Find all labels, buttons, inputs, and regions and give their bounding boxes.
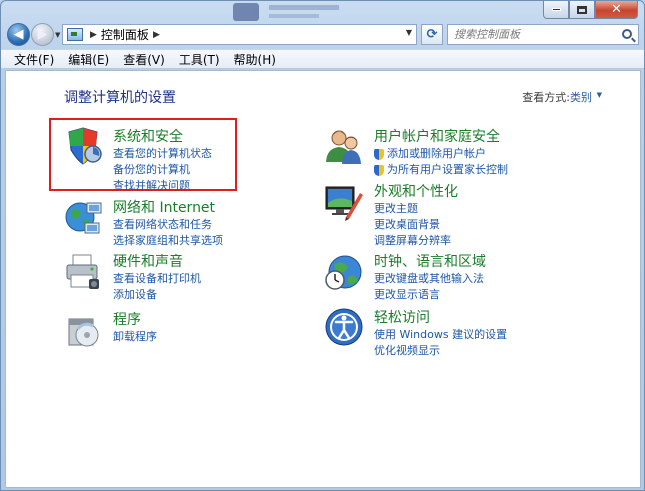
menu-help[interactable]: 帮助(H) [227, 51, 283, 68]
link-devices-printers[interactable]: 查看设备和打印机 [113, 271, 201, 287]
refresh-button[interactable]: ⟳ [421, 24, 443, 45]
navigation-bar: ◀ ▶ ▼ ▶ 控制面板 ▶ ▼ ⟳ [1, 23, 644, 47]
users-icon [326, 130, 361, 164]
link-backup-computer[interactable]: 备份您的计算机 [113, 162, 212, 178]
category-title-system-security[interactable]: 系统和安全 [113, 126, 183, 146]
category-title-ease-of-access[interactable]: 轻松访问 [374, 307, 430, 327]
category-links: 更改主题 更改桌面背景 调整屏幕分辨率 [374, 201, 451, 249]
content-pane: 调整计算机的设置 查看方式: 类别 ▼ 系统和安全 查看您的计算机状态 备份您的… [5, 70, 641, 488]
breadcrumb-control-panel[interactable]: 控制面板 [101, 26, 149, 43]
refresh-icon: ⟳ [426, 27, 438, 42]
accessibility-icon [325, 308, 363, 346]
category-links: 添加或删除用户帐户 为所有用户设置家长控制 [374, 146, 508, 178]
link-text[interactable]: 为所有用户设置家长控制 [387, 162, 508, 178]
menu-edit[interactable]: 编辑(E) [61, 51, 116, 68]
back-button[interactable]: ◀ [7, 23, 30, 46]
programs-icon [68, 318, 99, 347]
uac-shield-icon [374, 148, 384, 160]
monitor-icon [325, 186, 363, 221]
maximize-button[interactable] [569, 1, 595, 19]
search-box[interactable] [447, 24, 639, 45]
page-title: 调整计算机的设置 [64, 90, 176, 106]
recent-pages-dropdown[interactable]: ▼ [55, 31, 60, 39]
link-add-remove-accounts[interactable]: 添加或删除用户帐户 [374, 146, 508, 162]
globe-network-icon [65, 202, 102, 234]
window-controls: ✕ [543, 1, 638, 20]
link-change-display-language[interactable]: 更改显示语言 [374, 287, 484, 303]
title-bar-decoration [211, 1, 391, 23]
control-panel-icon [67, 28, 83, 41]
link-uninstall-program[interactable]: 卸载程序 [113, 329, 157, 345]
control-panel-window: ✕ ◀ ▶ ▼ ▶ 控制面板 ▶ ▼ ⟳ 文件(F) 编辑(E) 查看(V) 工… [0, 0, 645, 491]
close-button[interactable]: ✕ [595, 1, 638, 19]
category-links: 查看您的计算机状态 备份您的计算机 查找并解决问题 [113, 146, 212, 194]
link-change-theme[interactable]: 更改主题 [374, 201, 451, 217]
menu-bar: 文件(F) 编辑(E) 查看(V) 工具(T) 帮助(H) [1, 49, 644, 69]
link-view-computer-status[interactable]: 查看您的计算机状态 [113, 146, 212, 162]
uac-shield-icon [374, 164, 384, 176]
minimize-button[interactable] [543, 1, 569, 19]
chevron-down-icon[interactable]: ▼ [597, 91, 602, 99]
link-network-status[interactable]: 查看网络状态和任务 [113, 217, 223, 233]
category-links: 查看网络状态和任务 选择家庭组和共享选项 [113, 217, 223, 249]
printer-icon [66, 254, 99, 289]
link-homegroup-sharing[interactable]: 选择家庭组和共享选项 [113, 233, 223, 249]
menu-tools[interactable]: 工具(T) [172, 51, 227, 68]
search-icon[interactable] [622, 29, 632, 39]
category-links: 卸载程序 [113, 329, 157, 345]
minimize-icon [551, 8, 561, 11]
category-title-appearance[interactable]: 外观和个性化 [374, 181, 458, 201]
category-links: 查看设备和打印机 添加设备 [113, 271, 201, 303]
breadcrumb-arrow-icon[interactable]: ▶ [153, 30, 160, 40]
menu-file[interactable]: 文件(F) [7, 51, 61, 68]
maximize-icon [577, 5, 587, 14]
close-icon: ✕ [611, 2, 622, 17]
link-troubleshoot[interactable]: 查找并解决问题 [113, 178, 212, 194]
link-recommended-settings[interactable]: 使用 Windows 建议的设置 [374, 327, 507, 343]
link-add-device[interactable]: 添加设备 [113, 287, 201, 303]
link-optimize-display[interactable]: 优化视频显示 [374, 343, 507, 359]
menu-view[interactable]: 查看(V) [116, 51, 172, 68]
search-input[interactable] [454, 28, 614, 41]
forward-button[interactable]: ▶ [31, 23, 54, 46]
breadcrumb-arrow-icon[interactable]: ▶ [90, 30, 97, 40]
category-title-user-accounts[interactable]: 用户帐户和家庭安全 [374, 126, 500, 146]
view-by-label: 查看方式: [522, 91, 570, 104]
category-title-hardware[interactable]: 硬件和声音 [113, 251, 183, 271]
link-adjust-resolution[interactable]: 调整屏幕分辨率 [374, 233, 451, 249]
address-bar[interactable]: ▶ 控制面板 ▶ ▼ [62, 24, 417, 45]
address-dropdown-icon[interactable]: ▼ [406, 28, 412, 37]
link-change-desktop-background[interactable]: 更改桌面背景 [374, 217, 451, 233]
category-title-programs[interactable]: 程序 [113, 309, 141, 329]
shield-icon [68, 127, 102, 165]
category-title-network[interactable]: 网络和 Internet [113, 197, 215, 217]
category-links: 更改键盘或其他输入法 更改显示语言 [374, 271, 484, 303]
category-title-clock-region[interactable]: 时钟、语言和区域 [374, 251, 486, 271]
link-change-input-method[interactable]: 更改键盘或其他输入法 [374, 271, 484, 287]
clock-globe-icon [325, 255, 362, 290]
category-links: 使用 Windows 建议的设置 优化视频显示 [374, 327, 507, 359]
link-text[interactable]: 添加或删除用户帐户 [387, 146, 486, 162]
link-parental-controls[interactable]: 为所有用户设置家长控制 [374, 162, 508, 178]
view-by-dropdown[interactable]: 类别 [570, 89, 592, 105]
